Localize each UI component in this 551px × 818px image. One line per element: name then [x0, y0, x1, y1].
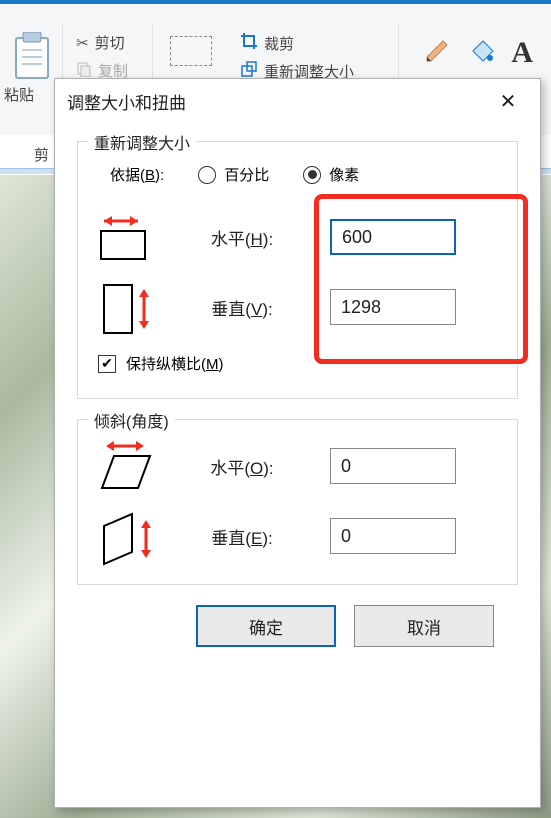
horizontal-skew-icon [98, 442, 172, 490]
basis-label: 依据(B): [110, 164, 164, 185]
resize-skew-dialog: 调整大小和扭曲 ✕ 重新调整大小 依据(B): 百分比 像素 [54, 78, 541, 808]
vertical-label: 垂直(V): [172, 295, 312, 320]
skew-fieldset: 倾斜(角度) 水平(O): [77, 419, 518, 585]
close-button[interactable]: ✕ [488, 81, 528, 121]
radio-pixel-label: 像素 [329, 164, 359, 185]
dialog-title: 调整大小和扭曲 [67, 89, 186, 114]
radio-pixel[interactable]: 像素 [303, 164, 359, 185]
crop-button[interactable]: 裁剪 [240, 32, 294, 54]
horizontal-label: 水平(H): [172, 225, 312, 250]
vertical-skew-icon [98, 512, 172, 560]
ok-button[interactable]: 确定 [196, 605, 336, 647]
paste-label[interactable]: 粘贴 [4, 84, 34, 105]
radio-circle-checked-icon [303, 166, 321, 184]
crop-icon [240, 32, 258, 54]
skew-vertical-label: 垂直(E): [172, 524, 312, 549]
aspect-ratio-label: 保持纵横比(M) [126, 353, 224, 374]
crop-label: 裁剪 [264, 33, 294, 54]
horizontal-input[interactable] [330, 219, 456, 255]
radio-percent[interactable]: 百分比 [198, 164, 269, 185]
skew-vertical-input[interactable] [330, 518, 456, 554]
dialog-titlebar: 调整大小和扭曲 ✕ [55, 79, 540, 123]
skew-legend: 倾斜(角度) [88, 408, 175, 432]
skew-horizontal-input[interactable] [330, 448, 456, 484]
scissors-icon: ✂ [76, 34, 89, 52]
resize-fieldset: 重新调整大小 依据(B): 百分比 像素 [77, 141, 518, 399]
vertical-resize-icon [98, 283, 172, 331]
rectangle-select-icon[interactable] [170, 36, 212, 66]
vertical-input[interactable] [330, 289, 456, 325]
radio-percent-label: 百分比 [224, 164, 269, 185]
text-icon[interactable]: A [511, 36, 533, 70]
cancel-button[interactable]: 取消 [354, 605, 494, 647]
clipboard-icon[interactable] [10, 32, 54, 80]
tool-icons-group: A [423, 36, 533, 70]
clipboard-section-label: 剪 [34, 144, 49, 165]
close-icon: ✕ [500, 89, 517, 114]
resize-legend: 重新调整大小 [88, 130, 196, 154]
fill-icon[interactable] [467, 37, 495, 69]
skew-horizontal-label: 水平(O): [172, 454, 312, 479]
horizontal-resize-icon [98, 213, 172, 261]
cut-button[interactable]: ✂ 剪切 [76, 32, 125, 53]
radio-circle-icon [198, 166, 216, 184]
aspect-ratio-checkbox[interactable]: ✔ [98, 355, 116, 373]
cut-label: 剪切 [95, 32, 125, 53]
pencil-icon[interactable] [423, 37, 451, 69]
